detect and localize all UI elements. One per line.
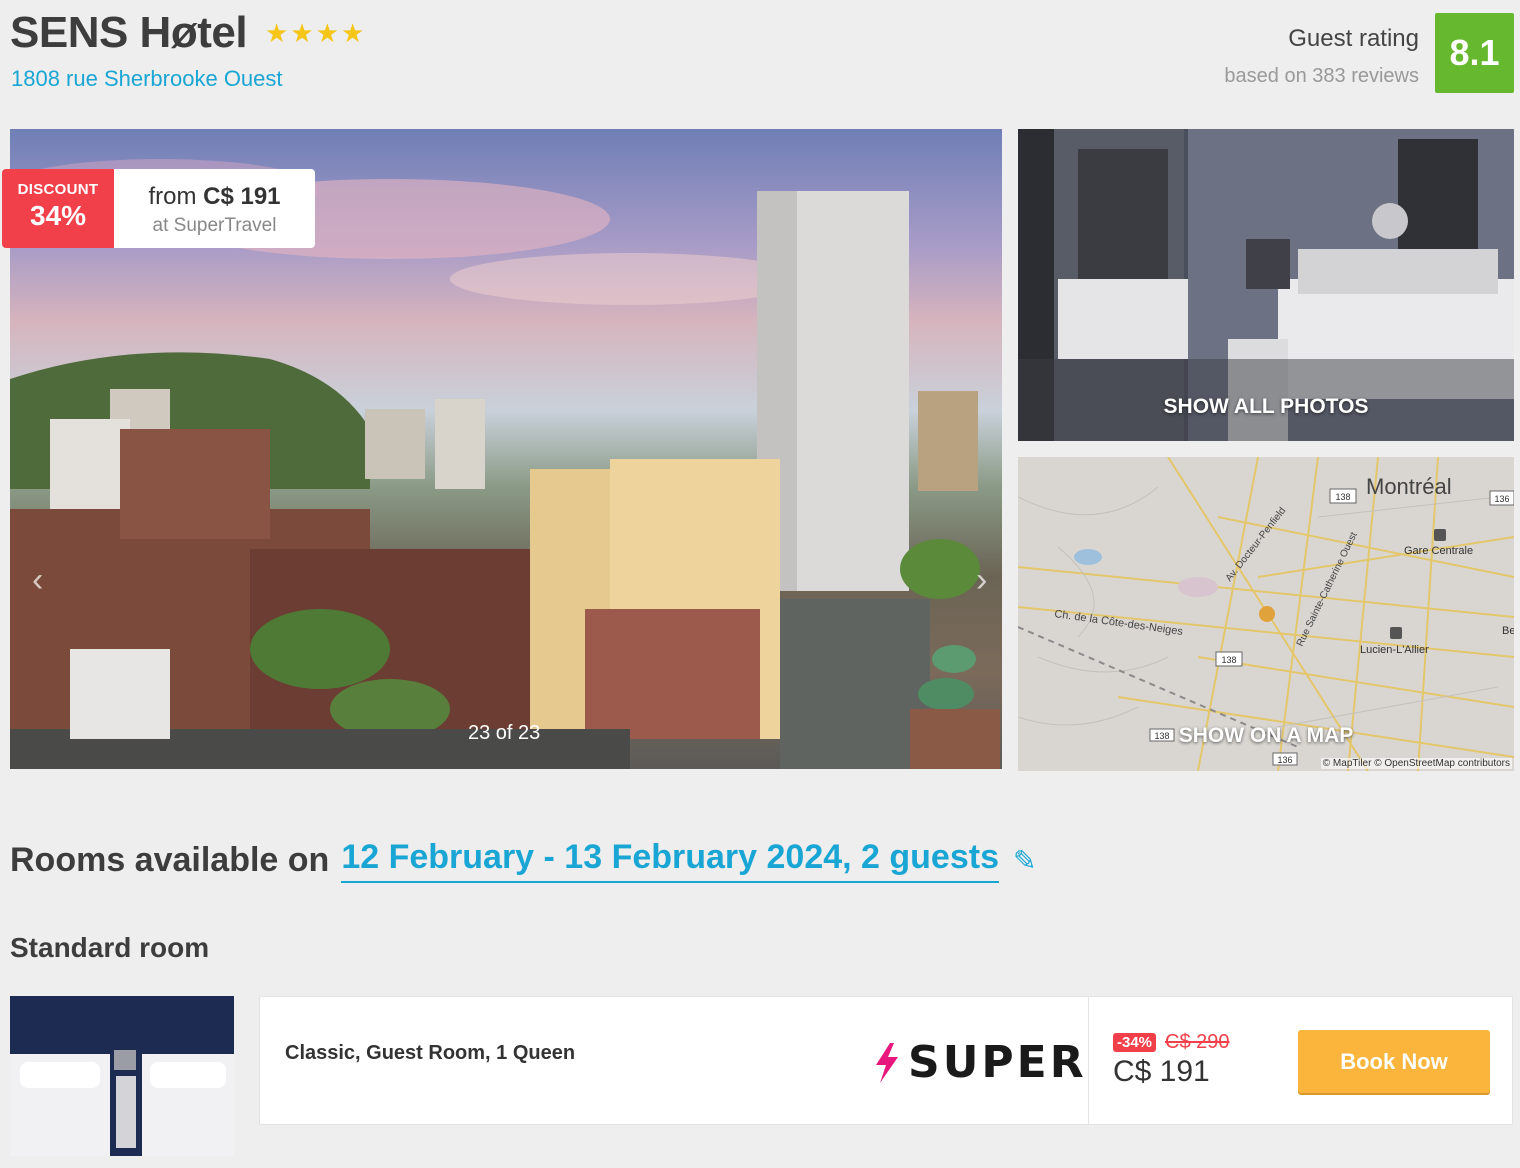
rating-reviews: based on 383 reviews	[1224, 65, 1419, 87]
show-all-photos-label: SHOW ALL PHOTOS	[1163, 395, 1369, 418]
offer-price: C$ 191	[1113, 1055, 1210, 1088]
rating-text: Guest rating based on 383 reviews	[1224, 13, 1419, 88]
provider-name: SUPER	[908, 1037, 1087, 1088]
prev-photo-icon[interactable]: ‹	[32, 561, 43, 600]
price-from-prefix: from	[148, 183, 197, 210]
map-station-label: Lucien-L'Allier	[1360, 644, 1429, 656]
star-icon: ★	[290, 18, 314, 48]
map-city-label: Montréal	[1366, 474, 1452, 499]
room-thumbnail-image	[10, 996, 234, 1156]
route-shield-label: 136	[1277, 755, 1292, 765]
star-icon: ★	[340, 18, 365, 48]
discount-badge: DISCOUNT 34%	[2, 169, 114, 248]
discount-value: 34%	[29, 200, 87, 231]
offer-discount-badge: -34%	[1113, 1033, 1157, 1052]
book-now-button[interactable]: Book Now	[1298, 1030, 1490, 1093]
lightning-icon	[876, 1042, 898, 1083]
star-icon: ★	[265, 18, 289, 48]
guest-rating[interactable]: Guest rating based on 383 reviews 8.1	[1224, 13, 1514, 93]
route-shield-label: 136	[1494, 494, 1509, 504]
hotel-address-link[interactable]: 1808 rue Sherbrooke Ouest	[11, 66, 283, 92]
next-photo-icon[interactable]: ›	[976, 561, 987, 600]
offer-card: Classic, Guest Room, 1 Queen SUPER -34% …	[259, 996, 1513, 1125]
room-type-title: Standard room	[10, 932, 210, 963]
price-source: at SuperTravel	[152, 215, 277, 236]
offer-old-price: C$ 290	[1165, 1031, 1230, 1053]
price-tag[interactable]: from C$ 191 at SuperTravel	[114, 169, 315, 248]
map-edge-label: Be	[1502, 625, 1514, 637]
offer-divider	[1088, 997, 1089, 1124]
rooms-dates-link[interactable]: 12 February - 13 February 2024, 2 guests	[341, 838, 999, 883]
route-shield-label: 138	[1221, 655, 1236, 665]
edit-icon[interactable]: ✎	[1013, 844, 1036, 877]
provider-logo: SUPER	[872, 1037, 1087, 1088]
rating-label: Guest rating	[1288, 25, 1419, 52]
rating-score-badge: 8.1	[1435, 13, 1514, 93]
price-from: from C$ 191	[114, 183, 315, 211]
hotel-title: SENS Høtel ★ ★ ★ ★	[10, 8, 364, 58]
offer-room-name: Classic, Guest Room, 1 Queen	[285, 1042, 576, 1064]
map-tile[interactable]: 138 136 138 138 136 Montréal Gare Centra…	[1018, 457, 1514, 771]
star-rating: ★ ★ ★ ★	[265, 20, 364, 46]
discount-label: DISCOUNT	[17, 181, 99, 198]
hotel-name: SENS Høtel	[10, 8, 248, 57]
photo-counter: 23 of 23	[468, 722, 541, 744]
rooms-heading-prefix: Rooms available on	[10, 841, 330, 879]
price-from-value: C$ 191	[203, 183, 281, 210]
map-station-label: Gare Centrale	[1404, 545, 1473, 557]
route-shield-label: 138	[1335, 492, 1350, 502]
rooms-available-heading: Rooms available on 12 February - 13 Febr…	[10, 838, 1036, 883]
show-all-photos-tile[interactable]: SHOW ALL PHOTOS	[1018, 129, 1514, 441]
show-on-map-label: SHOW ON A MAP	[1178, 724, 1354, 747]
map-attribution[interactable]: © MapTiler © OpenStreetMap contributors	[1320, 758, 1512, 769]
room-thumbnail[interactable]	[10, 996, 234, 1156]
star-icon: ★	[315, 18, 339, 48]
